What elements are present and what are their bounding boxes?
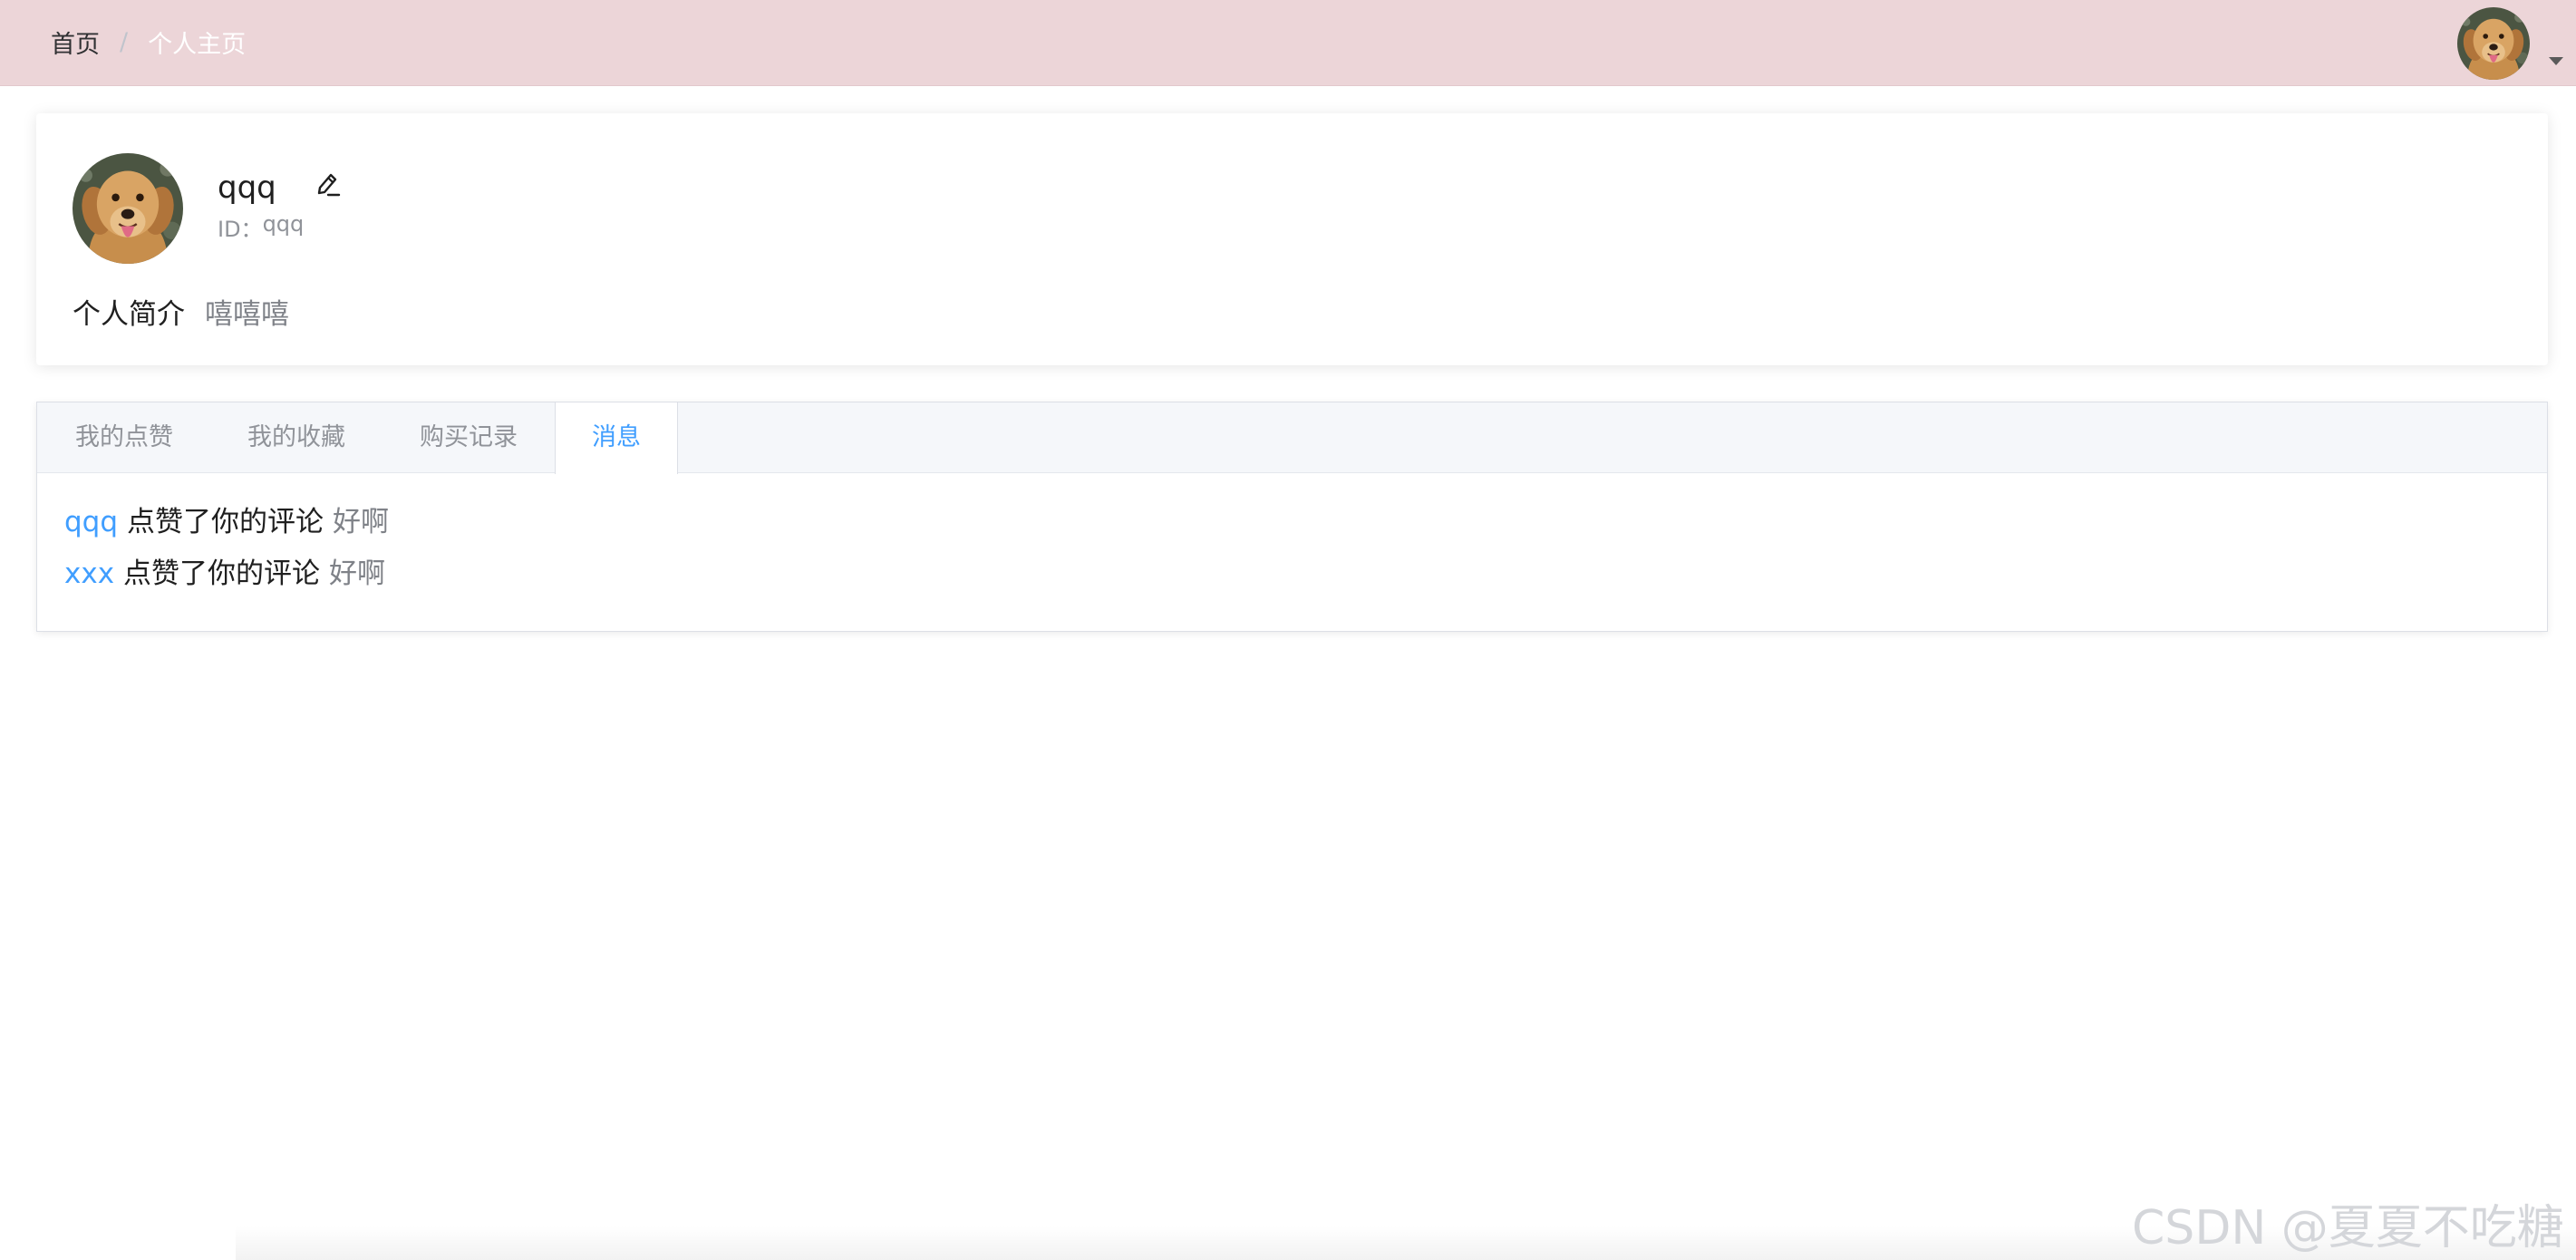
message-action: 点赞了你的评论 — [127, 506, 324, 538]
list-item: xxx 点赞了你的评论 好啊 — [64, 548, 389, 600]
golden-retriever-avatar-icon — [2457, 7, 2530, 80]
breadcrumb-home-link[interactable]: 首页 — [51, 24, 100, 60]
tabs-card: 我的点赞 我的收藏 购买记录 消息 qqq 点赞了你的评论 好啊 xxx 点赞了… — [36, 402, 2548, 632]
user-avatar-menu[interactable] — [2457, 7, 2530, 80]
pencil-edit-icon[interactable] — [312, 170, 343, 200]
message-action: 点赞了你的评论 — [123, 557, 321, 590]
tabs-header: 我的点赞 我的收藏 购买记录 消息 — [37, 402, 2547, 474]
caret-down-icon[interactable] — [2549, 57, 2563, 65]
tab-messages[interactable]: 消息 — [555, 402, 678, 474]
tab-my-likes[interactable]: 我的点赞 — [37, 402, 210, 473]
profile-bio: 个人简介 嘻嘻嘻 — [73, 291, 289, 332]
message-list: qqq 点赞了你的评论 好啊 xxx 点赞了你的评论 好啊 — [64, 497, 389, 600]
breadcrumb-separator: / — [120, 27, 129, 56]
golden-retriever-avatar-icon — [73, 153, 183, 264]
profile-card: qqq ID： qqq 个人简介 嘻嘻嘻 — [36, 113, 2548, 365]
message-comment: 好啊 — [329, 557, 386, 590]
message-user-link[interactable]: qqq — [64, 497, 118, 548]
bio-label: 个人简介 — [73, 298, 185, 331]
profile-id: ID： qqq — [218, 211, 304, 243]
breadcrumb-current: 个人主页 — [148, 30, 247, 59]
profile-avatar — [73, 153, 183, 264]
tab-purchase-history[interactable]: 购买记录 — [383, 402, 555, 473]
profile-id-value: qqq — [262, 211, 305, 237]
top-header: 首页 / 个人主页 — [0, 0, 2576, 86]
list-item: qqq 点赞了你的评论 好啊 — [64, 497, 389, 548]
breadcrumb: 首页 / 个人主页 — [51, 0, 246, 83]
profile-username: qqq — [218, 170, 276, 206]
bio-value: 嘻嘻嘻 — [205, 298, 289, 331]
csdn-watermark: CSDN @夏夏不吃糖 — [2132, 1201, 2564, 1255]
tab-my-favorites[interactable]: 我的收藏 — [210, 402, 383, 473]
profile-id-label: ID： — [218, 217, 263, 242]
message-user-link[interactable]: xxx — [64, 548, 114, 600]
message-comment: 好啊 — [333, 506, 390, 538]
